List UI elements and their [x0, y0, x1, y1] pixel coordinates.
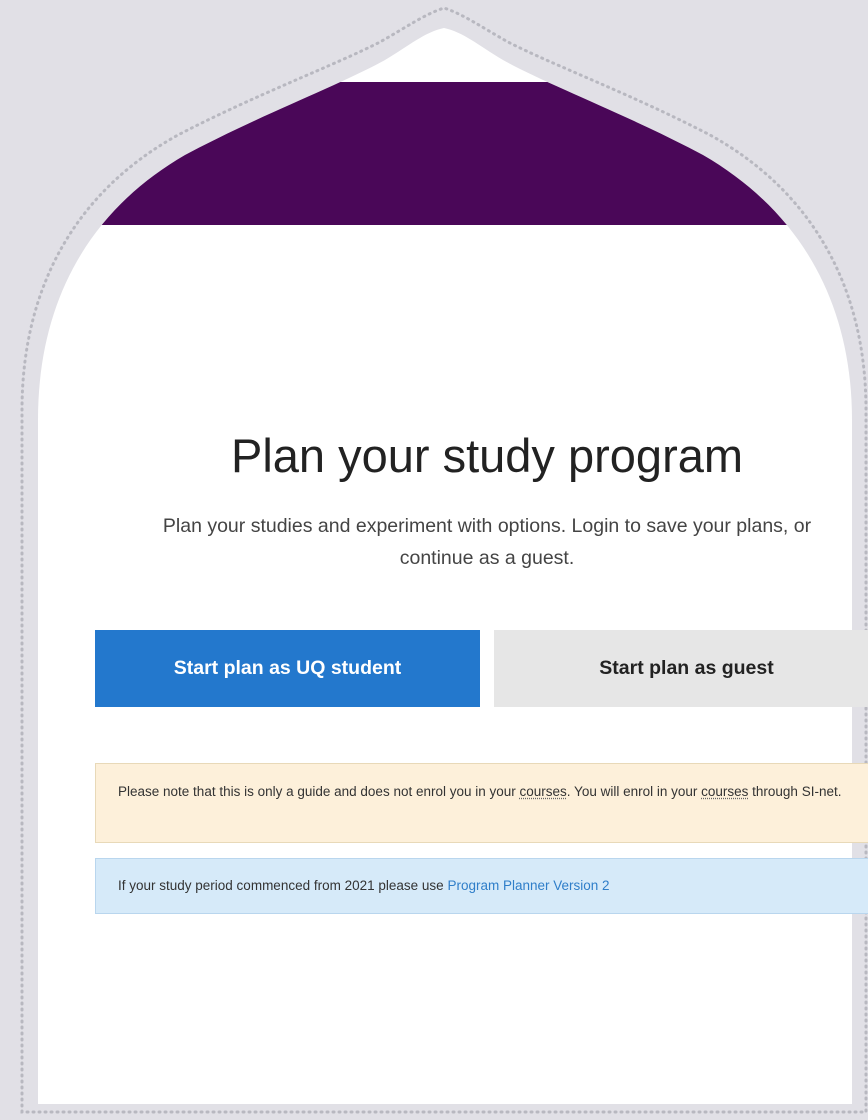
start-plan-student-button[interactable]: Start plan as UQ student	[95, 630, 480, 707]
notice-text-2: . You will enrol in your	[566, 784, 702, 799]
program-planner-v2-link[interactable]: Program Planner Version 2	[447, 878, 609, 893]
page-frame: Plan your study program Plan your studie…	[0, 0, 868, 1120]
notice-text-3: through SI-net.	[748, 784, 842, 799]
main-content: Plan your study program Plan your studie…	[0, 0, 868, 1120]
page-title: Plan your study program	[230, 429, 744, 482]
subtitle-line-2: continue as a guest.	[399, 547, 575, 569]
page-subtitle: Plan your studies and experiment with op…	[100, 510, 868, 574]
start-plan-guest-button[interactable]: Start plan as guest	[494, 630, 868, 707]
notice-text-1: Please note that this is only a guide an…	[118, 784, 520, 799]
subtitle-line-1: Plan your studies and experiment with op…	[162, 515, 812, 537]
courses-abbr-2: courses	[701, 784, 749, 799]
info-text: If your study period commenced from 2021…	[118, 878, 448, 893]
courses-abbr-1: courses	[519, 784, 567, 799]
version-info-alert: If your study period commenced from 2021…	[95, 858, 868, 914]
guide-notice: Please note that this is only a guide an…	[95, 763, 868, 843]
